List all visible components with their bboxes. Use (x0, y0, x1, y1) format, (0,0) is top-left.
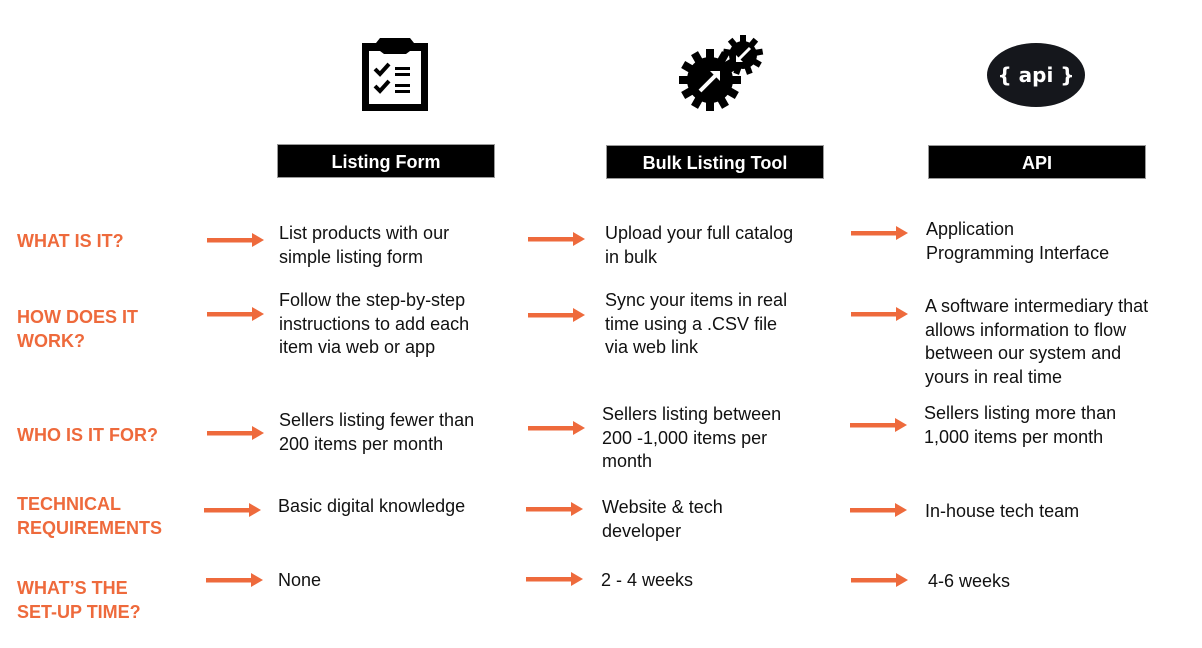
cell-bulk-what: Upload your full catalog in bulk (605, 223, 794, 267)
cell-api-tech: In-house tech team (925, 501, 1080, 521)
arrow-icon (204, 502, 262, 518)
arrow-icon (850, 417, 908, 433)
arrow-icon (850, 502, 908, 518)
cell-listing-form-how: Follow the step-by-step instructions to … (279, 290, 470, 357)
column-header-listing-form: Listing Form (277, 144, 495, 178)
clipboard-checklist-icon (358, 34, 432, 114)
row-label-what-is-it: WHAT IS IT? (17, 231, 124, 251)
api-badge-text: { api } (997, 63, 1074, 87)
arrow-icon (526, 501, 584, 517)
arrow-icon (851, 306, 909, 322)
arrow-icon (528, 420, 586, 436)
row-label-technical-requirements: TECHNICAL REQUIREMENTS (17, 494, 163, 538)
cell-bulk-who: Sellers listing between 200 -1,000 items… (602, 404, 782, 471)
cell-listing-form-tech: Basic digital knowledge (278, 496, 466, 516)
column-header-api: API (928, 145, 1146, 179)
arrow-icon (207, 306, 265, 322)
arrow-icon (207, 425, 265, 441)
cell-bulk-how: Sync your items in real time using a .CS… (605, 290, 788, 357)
column-header-bulk-listing-tool: Bulk Listing Tool (606, 145, 824, 179)
arrow-icon (528, 231, 586, 247)
arrow-icon (851, 572, 909, 588)
arrow-icon (206, 572, 264, 588)
cell-listing-form-what: List products with our simple listing fo… (279, 223, 450, 267)
api-badge-icon: { api } (986, 42, 1086, 108)
row-label-how-does-it-work: HOW DOES IT WORK? (17, 307, 138, 351)
gears-sync-icon (676, 33, 766, 113)
cell-bulk-setup: 2 - 4 weeks (601, 570, 694, 590)
cell-api-setup: 4-6 weeks (928, 571, 1011, 591)
arrow-icon (528, 307, 586, 323)
row-label-who-is-it-for: WHO IS IT FOR? (17, 425, 158, 445)
row-label-setup-time: WHAT’S THE SET-UP TIME? (17, 578, 141, 622)
arrow-icon (526, 571, 584, 587)
cell-listing-form-setup: None (278, 570, 322, 590)
cell-api-who: Sellers listing more than 1,000 items pe… (924, 403, 1117, 447)
arrow-icon (207, 232, 265, 248)
cell-api-what: Application Programming Interface (926, 219, 1110, 263)
arrow-icon (851, 225, 909, 241)
cell-listing-form-who: Sellers listing fewer than 200 items per… (279, 410, 475, 454)
cell-api-how: A software intermediary that allows info… (925, 296, 1149, 387)
cell-bulk-tech: Website & tech developer (602, 497, 723, 541)
